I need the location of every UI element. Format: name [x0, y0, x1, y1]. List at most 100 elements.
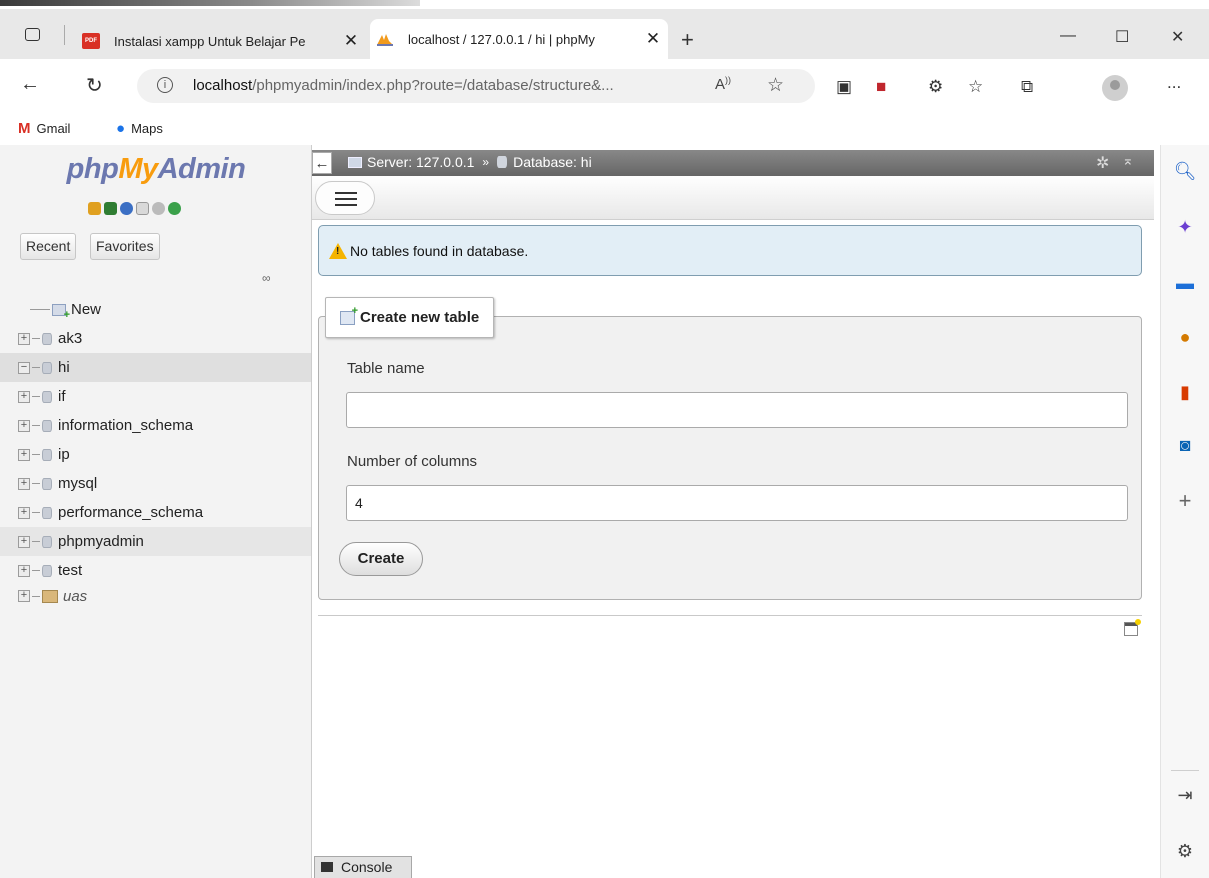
- notes-icon[interactable]: [1124, 619, 1141, 636]
- info-icon[interactable]: i: [157, 77, 173, 93]
- database-icon: [42, 448, 52, 461]
- tab-close-icon[interactable]: ✕: [336, 31, 366, 51]
- help-icon[interactable]: [120, 202, 133, 215]
- refresh-icon[interactable]: ↻: [86, 73, 103, 98]
- recent-button[interactable]: Recent: [20, 233, 77, 260]
- notice-text: No tables found in database.: [350, 243, 529, 259]
- page-settings-gear-icon[interactable]: ✲: [1096, 153, 1109, 173]
- office-icon[interactable]: ▮: [1161, 382, 1209, 403]
- number-of-columns-input[interactable]: 4: [346, 485, 1128, 521]
- browser-tab-phpmyadmin[interactable]: localhost / 127.0.0.1 / hi | phpMy ✕: [370, 19, 668, 59]
- tree-item-label: mysql: [58, 475, 98, 492]
- collections-icon[interactable]: ⧉: [1021, 77, 1033, 97]
- customize-gear-icon[interactable]: ⚙: [1161, 841, 1209, 862]
- server-icon: [348, 156, 362, 168]
- breadcrumb-database[interactable]: Database: hi: [513, 154, 592, 170]
- back-arrow-icon[interactable]: ←: [20, 73, 40, 96]
- collapse-icon[interactable]: −: [18, 361, 30, 374]
- read-aloud-icon[interactable]: A)): [715, 75, 731, 93]
- favorites-list-icon[interactable]: ☆: [968, 77, 983, 97]
- database-icon: [42, 506, 52, 519]
- tree-item-ak3[interactable]: + ak3: [0, 324, 311, 353]
- hide-sidebar-icon[interactable]: ⇥: [1161, 785, 1209, 806]
- tab-close-icon[interactable]: ✕: [638, 29, 668, 49]
- tree-item-label: uas: [63, 587, 88, 605]
- nav-icon-row: [88, 202, 181, 215]
- expand-icon[interactable]: +: [18, 564, 30, 577]
- bookmark-gmail[interactable]: M Gmail: [18, 120, 70, 137]
- people-icon[interactable]: ●: [1161, 327, 1209, 348]
- logout-icon[interactable]: [104, 202, 117, 215]
- database-icon: [42, 535, 52, 548]
- pdf-extension-icon[interactable]: ■: [876, 77, 886, 97]
- minimize-button[interactable]: —: [1060, 27, 1076, 45]
- tree-item-test[interactable]: + test: [0, 556, 311, 585]
- browser-tab-pdf[interactable]: PDF Instalasi xampp Untuk Belajar Pe ✕: [76, 23, 366, 59]
- tree-item-label: ak3: [58, 330, 83, 347]
- pma-navigation-panel: phpMyAdmin Recent Favorites ∞ New + ak3 …: [0, 145, 312, 878]
- link-with-main-panel-icon[interactable]: ∞: [262, 271, 271, 285]
- create-button[interactable]: Create: [339, 542, 423, 576]
- hamburger-menu-button[interactable]: [315, 181, 375, 215]
- documentation-icon[interactable]: [136, 202, 149, 215]
- database-icon: [42, 390, 52, 403]
- extensions-icon[interactable]: ⚙: [928, 77, 943, 97]
- collections-app-icon[interactable]: ▣: [836, 77, 852, 97]
- expand-icon[interactable]: +: [18, 535, 30, 548]
- database-group-icon: [42, 589, 58, 603]
- tree-item-information-schema[interactable]: + information_schema: [0, 411, 311, 440]
- home-icon[interactable]: [88, 202, 101, 215]
- warning-icon: [329, 243, 347, 259]
- collapse-topbar-icon[interactable]: ⌅: [1122, 152, 1134, 169]
- table-name-input[interactable]: [346, 392, 1128, 428]
- number-of-columns-label: Number of columns: [347, 453, 478, 470]
- tree-item-hi[interactable]: − hi: [0, 353, 311, 382]
- expand-icon[interactable]: +: [18, 590, 30, 602]
- bookmark-maps[interactable]: ● Maps: [116, 120, 163, 137]
- add-sidebar-app-icon[interactable]: +: [1161, 488, 1209, 514]
- search-icon[interactable]: 🔍︎: [1161, 161, 1209, 182]
- tree-connector: [32, 454, 40, 455]
- tree-item-performance-schema[interactable]: + performance_schema: [0, 498, 311, 527]
- reload-icon[interactable]: [168, 202, 181, 215]
- settings-gear-icon[interactable]: [152, 202, 165, 215]
- breadcrumb-server[interactable]: Server: 127.0.0.1: [367, 154, 474, 170]
- tab-title: Instalasi xampp Untuk Belajar Pe: [114, 33, 306, 49]
- new-tab-button[interactable]: +: [681, 29, 694, 51]
- collapse-navigation-arrow-icon[interactable]: ←: [312, 152, 332, 174]
- favorites-button[interactable]: Favorites: [90, 233, 160, 260]
- expand-icon[interactable]: +: [18, 390, 30, 403]
- tools-briefcase-icon[interactable]: ▬: [1161, 273, 1209, 294]
- tree-item-new[interactable]: New: [0, 295, 311, 324]
- close-window-button[interactable]: ✕: [1171, 27, 1184, 47]
- tree-item-if[interactable]: + if: [0, 382, 311, 411]
- outlook-icon[interactable]: ◙: [1161, 435, 1209, 456]
- browser-tab-bar: PDF Instalasi xampp Untuk Belajar Pe ✕ l…: [0, 9, 1209, 59]
- tree-connector: [32, 595, 40, 597]
- tree-item-label: New: [71, 301, 102, 318]
- expand-icon[interactable]: +: [18, 448, 30, 461]
- copilot-sparkle-icon[interactable]: ✦: [1161, 217, 1209, 238]
- expand-icon[interactable]: +: [18, 332, 30, 345]
- database-icon: [42, 419, 52, 432]
- profile-avatar[interactable]: [1102, 75, 1128, 101]
- tree-item-phpmyadmin[interactable]: + phpmyadmin: [0, 527, 311, 556]
- database-icon: [42, 361, 52, 374]
- database-icon: [497, 156, 508, 168]
- phpmyadmin-logo[interactable]: phpMyAdmin: [0, 153, 312, 186]
- maximize-button[interactable]: ☐: [1115, 27, 1129, 47]
- expand-icon[interactable]: +: [18, 477, 30, 490]
- tab-actions-icon[interactable]: [25, 28, 40, 41]
- background-strip: [0, 0, 420, 6]
- tree-item-uas[interactable]: + uas: [0, 585, 311, 607]
- tree-item-ip[interactable]: + ip: [0, 440, 311, 469]
- breadcrumb-separator: »: [482, 155, 490, 169]
- favorite-star-icon[interactable]: ☆: [767, 74, 784, 97]
- console-tab[interactable]: Console: [314, 856, 412, 878]
- url-text[interactable]: localhost/phpmyadmin/index.php?route=/da…: [193, 77, 614, 94]
- settings-menu-icon[interactable]: ...: [1167, 73, 1181, 93]
- expand-icon[interactable]: +: [18, 506, 30, 519]
- tree-item-mysql[interactable]: + mysql: [0, 469, 311, 498]
- expand-icon[interactable]: +: [18, 419, 30, 432]
- address-bar[interactable]: i localhost/phpmyadmin/index.php?route=/…: [137, 69, 815, 103]
